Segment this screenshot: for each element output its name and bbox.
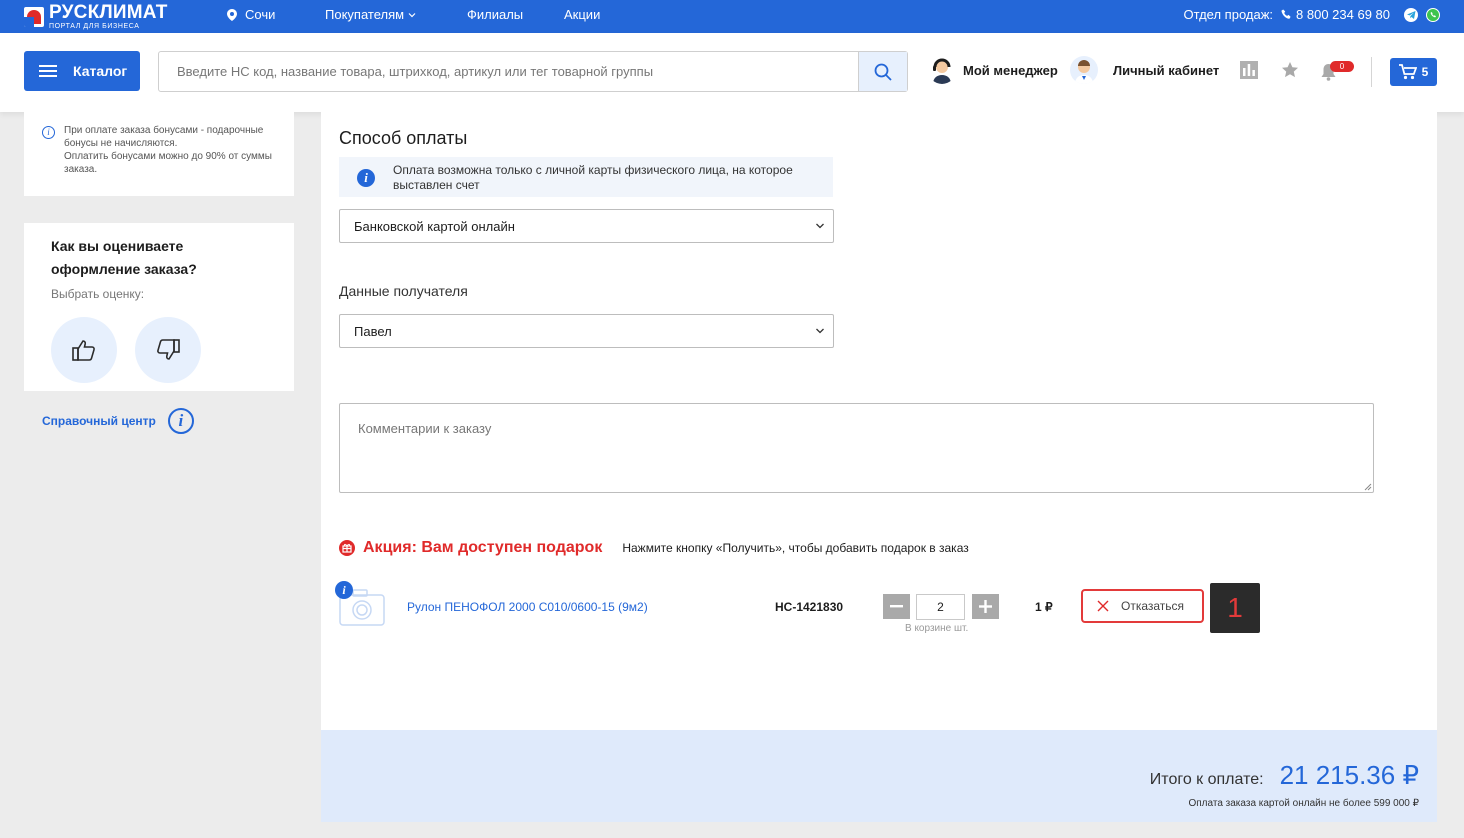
product-code: НС-1421830 <box>775 600 844 614</box>
compare-chart-icon[interactable] <box>1240 61 1258 79</box>
my-manager[interactable]: Мой менеджер <box>928 56 1058 84</box>
qty-note: В корзине шт. <box>905 623 969 634</box>
close-icon <box>1097 600 1109 612</box>
promo-header: Акция: Вам доступен подарок Нажмите кноп… <box>339 539 969 557</box>
gift-product-row: i Рулон ПЕНОФОЛ 2000 С010/0600-15 (9м2) … <box>335 581 1279 636</box>
refuse-label: Отказаться <box>1121 599 1185 613</box>
menu-icon <box>39 65 57 77</box>
search-button[interactable] <box>858 52 907 91</box>
payment-method-value: Банковской картой онлайн <box>354 218 515 234</box>
recipient-select[interactable]: Павел <box>339 314 834 348</box>
refuse-button[interactable]: Отказаться <box>1081 589 1204 623</box>
product-info-icon[interactable]: i <box>335 581 353 599</box>
cart-button[interactable]: 5 <box>1390 58 1437 86</box>
logo-name: РУСКЛИМАТ <box>49 2 168 23</box>
sales-phone-link[interactable]: 8 800 234 69 80 <box>1281 7 1390 22</box>
product-name-link[interactable]: Рулон ПЕНОФОЛ 2000 С010/0600-15 (9м2) <box>407 600 648 614</box>
bonus-note-card: i При оплате заказа бонусами - подарочны… <box>24 112 294 196</box>
payment-title: Способ оплаты <box>339 128 468 148</box>
whatsapp-icon[interactable] <box>1426 7 1440 22</box>
qty-increase-button[interactable] <box>972 594 999 619</box>
payment-info-text: Оплата возможна только с личной карты фи… <box>393 163 793 192</box>
total-value: 21 215.36 ₽ <box>1279 760 1419 790</box>
top-bar: РУСКЛИМАТ ПОРТАЛ ДЛЯ БИЗНЕСА Сочи Покупа… <box>0 0 1464 33</box>
resize-grip-icon[interactable] <box>1364 483 1372 491</box>
recipient-value: Павел <box>354 323 392 339</box>
chevron-down-icon <box>408 12 416 17</box>
step-marker: 1 <box>1210 583 1260 633</box>
bonus-note-1: При оплате заказа бонусами - подарочные … <box>64 125 264 149</box>
location-pin-icon <box>227 8 237 21</box>
header: Каталог Мой менеджер Личный кабинет 0 5 <box>0 33 1464 112</box>
cart-icon <box>1398 64 1417 80</box>
logo[interactable]: РУСКЛИМАТ ПОРТАЛ ДЛЯ БИЗНЕСА <box>24 3 168 30</box>
phone-icon <box>1281 9 1291 19</box>
thumbs-up-icon <box>72 340 95 361</box>
sales-label: Отдел продаж: <box>1183 7 1274 22</box>
rating-subtitle: Выбрать оценку: <box>51 287 145 301</box>
sales-phone: 8 800 234 69 80 <box>1296 7 1390 22</box>
total-note: Оплата заказа картой онлайн не более 599… <box>1188 798 1419 809</box>
logo-subtitle: ПОРТАЛ ДЛЯ БИЗНЕСА <box>49 23 140 30</box>
nav-promotions[interactable]: Акции <box>564 7 600 22</box>
info-circle-icon: i <box>167 408 194 434</box>
city-selector[interactable]: Сочи <box>227 7 275 22</box>
qty-decrease-button[interactable] <box>883 594 910 619</box>
nav-branches-label: Филиалы <box>467 7 524 22</box>
manager-label: Мой менеджер <box>963 62 1058 78</box>
nav-buyers-label: Покупателям <box>325 7 405 22</box>
city-label: Сочи <box>245 7 276 22</box>
product-price: 1 ₽ <box>1035 600 1053 614</box>
thumbs-down-button[interactable] <box>135 317 201 383</box>
rating-card: Как вы оцениваете оформление заказа? Выб… <box>24 223 294 391</box>
nav-branches[interactable]: Филиалы <box>467 7 523 22</box>
search-input[interactable] <box>159 52 858 91</box>
help-center-link[interactable]: Справочный центр i <box>42 408 194 434</box>
recipient-label: Данные получателя <box>339 283 468 299</box>
order-comment-field[interactable]: Комментарии к заказу <box>339 403 1374 493</box>
info-icon: i <box>42 126 55 139</box>
comment-placeholder: Комментарии к заказу <box>358 421 492 436</box>
promo-title: Акция: Вам доступен подарок <box>363 539 603 556</box>
catalog-label: Каталог <box>73 63 128 79</box>
telegram-icon[interactable] <box>1404 7 1418 22</box>
cart-count: 5 <box>1421 65 1429 79</box>
account-link[interactable]: Личный кабинет <box>1070 56 1219 84</box>
nav-buyers[interactable]: Покупателям <box>325 7 416 22</box>
header-divider <box>1371 57 1372 87</box>
promo-hint: Нажмите кнопку «Получить», чтобы добавит… <box>622 541 969 555</box>
order-panel: Способ оплаты i Оплата возможна только с… <box>321 112 1437 730</box>
bonus-note-2: Оплатить бонусами можно до 90% от суммы … <box>64 151 272 175</box>
qty-input[interactable] <box>916 594 965 620</box>
notifications-badge: 0 <box>1330 61 1354 72</box>
nav-promotions-label: Акции <box>564 7 601 22</box>
chevron-down-icon <box>816 328 824 334</box>
account-avatar-icon <box>1070 56 1098 84</box>
account-label: Личный кабинет <box>1113 62 1220 78</box>
payment-method-select[interactable]: Банковской картой онлайн <box>339 209 834 243</box>
rating-title: Как вы оцениваете оформление заказа? <box>51 238 197 277</box>
chevron-down-icon <box>816 223 824 229</box>
thumbs-down-icon <box>157 339 180 360</box>
payment-info-box: i Оплата возможна только с личной карты … <box>339 157 833 197</box>
logo-icon <box>24 6 44 27</box>
info-icon: i <box>357 169 375 187</box>
minus-icon <box>890 605 903 608</box>
plus-icon <box>979 600 992 613</box>
help-center-label: Справочный центр <box>42 414 156 428</box>
search-bar <box>158 51 908 92</box>
search-icon <box>874 63 892 81</box>
manager-avatar-icon <box>928 56 956 84</box>
order-total: Итого к оплате: 21 215.36 ₽ Оплата заказ… <box>321 730 1437 822</box>
catalog-button[interactable]: Каталог <box>24 51 140 91</box>
gift-icon <box>339 540 355 556</box>
thumbs-up-button[interactable] <box>51 317 117 383</box>
total-label: Итого к оплате: <box>1149 771 1264 788</box>
sales-contact: Отдел продаж: 8 800 234 69 80 <box>1183 7 1440 22</box>
star-favorites-icon[interactable] <box>1281 61 1299 79</box>
